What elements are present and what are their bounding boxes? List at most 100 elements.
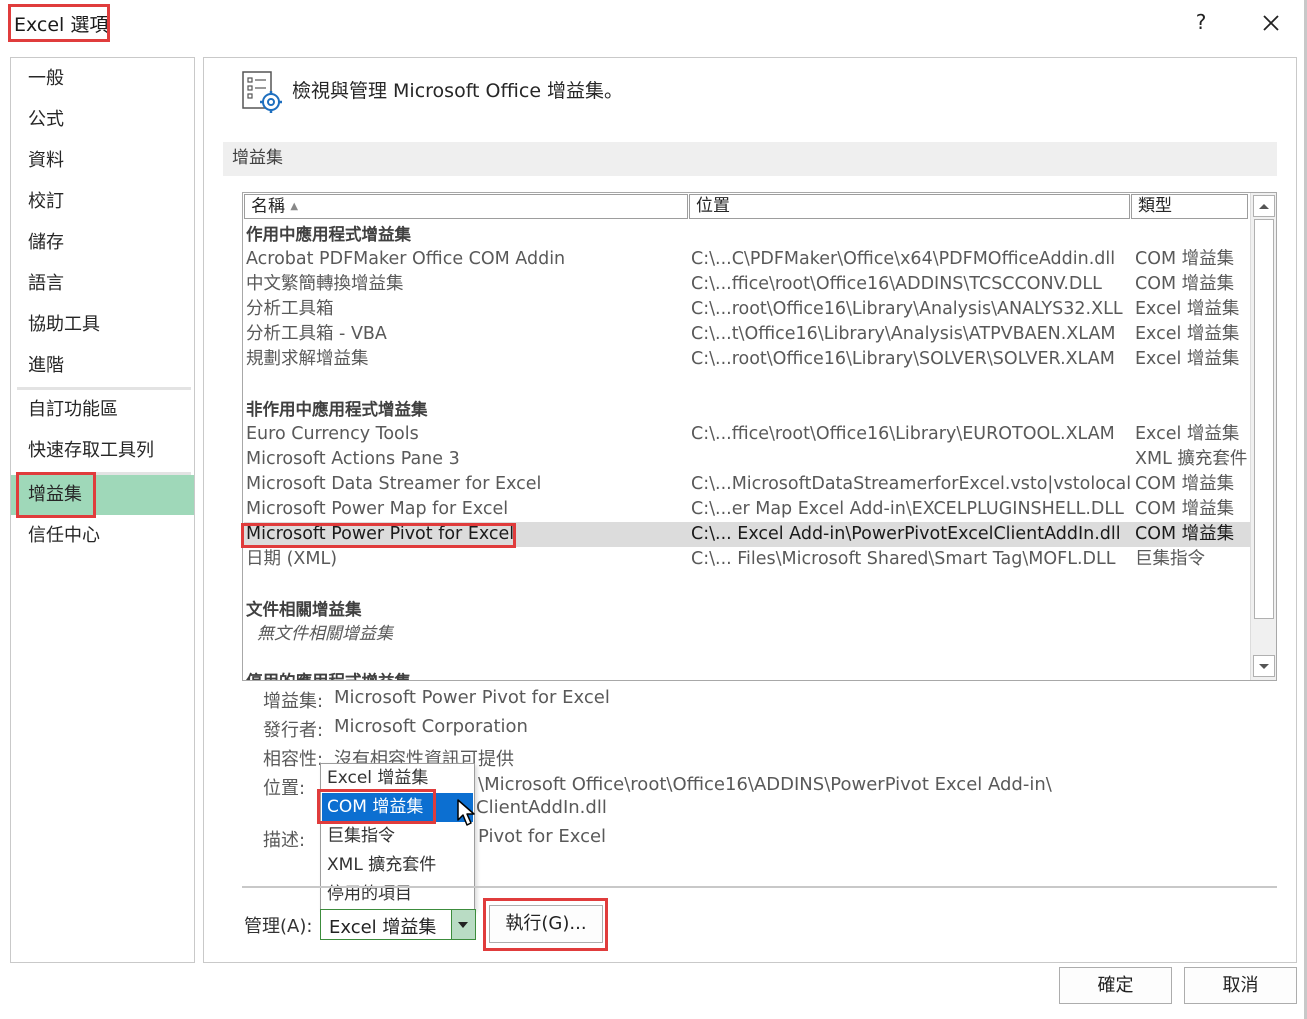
- group-title-document: 文件相關增益集: [246, 600, 362, 619]
- group-title-active: 作用中應用程式增益集: [246, 225, 411, 244]
- detail-desc-value: Pivot for Excel: [478, 826, 607, 847]
- addins-list[interactable]: 名稱 ▲ 位置 類型 作用中應用程式增益集 Acrobat PDFMaker O…: [242, 192, 1277, 681]
- nav-item-accessibility[interactable]: 協助工具: [11, 305, 194, 345]
- addin-type: COM 增益集: [1135, 249, 1235, 269]
- addin-location: C:\... Files\Microsoft Shared\Smart Tag\…: [691, 549, 1116, 569]
- table-row[interactable]: Euro Currency Tools C:\...ffice\root\Off…: [244, 422, 1250, 447]
- nav-item-trust-center[interactable]: 信任中心: [11, 516, 194, 556]
- mouse-cursor-icon: [456, 798, 478, 833]
- addin-location: C:\...ffice\root\Office16\ADDINS\TCSCCON…: [691, 274, 1102, 294]
- group-title-disabled: 停用的應用程式增益集: [246, 669, 411, 680]
- detail-location-label: 位置:: [263, 778, 306, 799]
- close-icon: [1263, 15, 1279, 31]
- nav-item-language[interactable]: 語言: [11, 264, 194, 304]
- cancel-button[interactable]: 取消: [1184, 967, 1297, 1004]
- addin-location: C:\...MicrosoftDataStreamerforExcel.vsto…: [691, 474, 1132, 494]
- addin-type: Excel 增益集: [1135, 324, 1240, 344]
- addin-type: 巨集指令: [1135, 549, 1205, 569]
- nav-item-formulas[interactable]: 公式: [11, 100, 194, 140]
- addin-location: C:\...t\Office16\Library\Analysis\ATPVBA…: [691, 324, 1116, 344]
- page-header: 檢視與管理 Microsoft Office 增益集。: [292, 80, 624, 102]
- power-pivot-highlight-box: [241, 523, 516, 548]
- addin-location: C:\...er Map Excel Add-in\EXCELPLUGINSHE…: [691, 499, 1124, 519]
- addin-type: COM 增益集: [1135, 499, 1235, 519]
- scroll-down-button[interactable]: [1253, 655, 1275, 677]
- table-row[interactable]: 規劃求解增益集 C:\...root\Office16\Library\SOLV…: [244, 347, 1250, 372]
- com-option-highlight-box: [317, 789, 436, 824]
- table-row[interactable]: Acrobat PDFMaker Office COM Addin C:\...…: [244, 247, 1250, 272]
- addin-name: 分析工具箱 - VBA: [246, 324, 387, 344]
- addin-location: C:\...ffice\root\Office16\Library\EUROTO…: [691, 424, 1115, 444]
- chevron-up-icon: [1259, 204, 1269, 209]
- scroll-thumb[interactable]: [1254, 219, 1274, 619]
- table-row[interactable]: 中文繁簡轉換增益集 C:\...ffice\root\Office16\ADDI…: [244, 272, 1250, 297]
- detail-location-value-line2: ClientAddIn.dll: [476, 797, 607, 818]
- sort-ascending-icon: ▲: [290, 201, 299, 212]
- addin-name: 規劃求解增益集: [246, 349, 369, 369]
- addin-type: Excel 增益集: [1135, 349, 1240, 369]
- nav-item-customize-ribbon[interactable]: 自訂功能區: [11, 390, 194, 430]
- table-row[interactable]: Microsoft Power Map for Excel C:\...er M…: [244, 497, 1250, 522]
- chevron-down-icon[interactable]: [451, 910, 475, 939]
- section-title: 增益集: [223, 142, 1277, 176]
- close-button[interactable]: [1254, 6, 1288, 40]
- nav-item-proofing[interactable]: 校訂: [11, 182, 194, 222]
- table-row[interactable]: 日期 (XML) C:\... Files\Microsoft Shared\S…: [244, 547, 1250, 572]
- chevron-down-icon: [1259, 664, 1269, 669]
- detail-publisher-label: 發行者:: [263, 720, 324, 741]
- addin-type: Excel 增益集: [1135, 299, 1240, 319]
- nav-item-data[interactable]: 資料: [11, 141, 194, 181]
- ok-button[interactable]: 確定: [1059, 967, 1172, 1004]
- detail-compat-label: 相容性:: [263, 749, 324, 770]
- addin-name: 中文繁簡轉換增益集: [246, 274, 404, 294]
- column-header-name[interactable]: 名稱 ▲: [244, 194, 688, 219]
- addin-name: 分析工具箱: [246, 299, 334, 319]
- table-row[interactable]: Microsoft Actions Pane 3 XML 擴充套件: [244, 447, 1250, 472]
- addin-name: Microsoft Power Map for Excel: [246, 499, 509, 519]
- nav-item-advanced[interactable]: 進階: [11, 346, 194, 386]
- group-title-inactive: 非作用中應用程式增益集: [246, 400, 428, 419]
- table-row[interactable]: Microsoft Data Streamer for Excel C:\...…: [244, 472, 1250, 497]
- bottom-separator: [242, 886, 1277, 888]
- addin-name: Microsoft Actions Pane 3: [246, 449, 460, 469]
- help-button[interactable]: ?: [1188, 10, 1214, 36]
- column-header-location[interactable]: 位置: [689, 194, 1130, 219]
- manage-select[interactable]: Excel 增益集: [320, 909, 476, 940]
- detail-publisher-value: Microsoft Corporation: [334, 716, 528, 737]
- addin-type: COM 增益集: [1135, 474, 1235, 494]
- title-highlight-box: [8, 4, 110, 42]
- table-row[interactable]: 分析工具箱 - VBA C:\...t\Office16\Library\Ana…: [244, 322, 1250, 347]
- detail-addin-value: Microsoft Power Pivot for Excel: [334, 687, 610, 708]
- empty-document-addins-note: 無文件相關增益集: [257, 624, 393, 644]
- nav-item-general[interactable]: 一般: [11, 59, 194, 99]
- addin-name: Euro Currency Tools: [246, 424, 419, 444]
- addins-settings-icon: [240, 70, 284, 119]
- addin-type: Excel 增益集: [1135, 424, 1240, 444]
- manage-label: 管理(A):: [244, 916, 313, 937]
- dropdown-option-macros[interactable]: 巨集指令: [322, 822, 473, 851]
- addin-location: C:\...C\PDFMaker\Office\x64\PDFMOfficeAd…: [691, 249, 1116, 269]
- addin-location: C:\...root\Office16\Library\SOLVER\SOLVE…: [691, 349, 1115, 369]
- addin-name: 日期 (XML): [246, 549, 338, 569]
- addin-location: C:\... Excel Add-in\PowerPivotExcelClien…: [691, 524, 1121, 544]
- dropdown-option-disabled-items[interactable]: 停用的項目: [322, 880, 473, 909]
- addin-name: Microsoft Data Streamer for Excel: [246, 474, 542, 494]
- nav-item-save[interactable]: 儲存: [11, 223, 194, 263]
- detail-location-value-line1: \Microsoft Office\root\Office16\ADDINS\P…: [478, 774, 1052, 795]
- addin-type: COM 增益集: [1135, 274, 1235, 294]
- nav-item-quick-access-toolbar[interactable]: 快速存取工具列: [11, 431, 194, 471]
- scroll-up-button[interactable]: [1253, 195, 1275, 217]
- addin-type: COM 增益集: [1135, 524, 1235, 544]
- addins-nav-highlight-box: [16, 472, 96, 518]
- detail-desc-label: 描述:: [263, 830, 306, 851]
- table-row[interactable]: 分析工具箱 C:\...root\Office16\Library\Analys…: [244, 297, 1250, 322]
- detail-addin-label: 增益集:: [263, 691, 324, 712]
- addin-type: XML 擴充套件: [1135, 449, 1248, 469]
- go-button-highlight-box: [483, 898, 608, 951]
- dropdown-option-xml-expansion[interactable]: XML 擴充套件: [322, 851, 473, 880]
- column-header-type[interactable]: 類型: [1131, 194, 1248, 219]
- manage-select-value: Excel 增益集: [329, 917, 437, 938]
- addin-location: C:\...root\Office16\Library\Analysis\ANA…: [691, 299, 1123, 319]
- column-name-label: 名稱: [251, 196, 285, 217]
- list-scrollbar[interactable]: [1250, 193, 1276, 680]
